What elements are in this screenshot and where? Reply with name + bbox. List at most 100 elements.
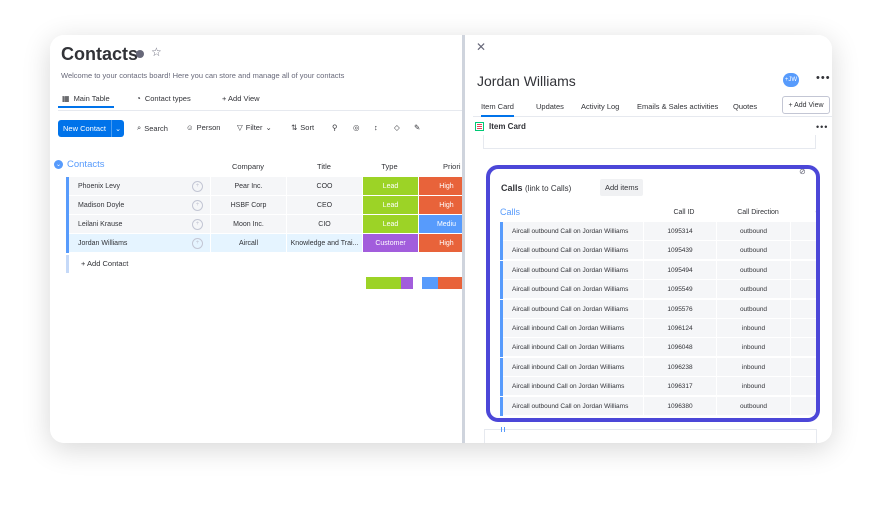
call-name-cell[interactable]: Aircall outbound Call on Jordan Williams [503, 241, 644, 261]
call-direction-cell[interactable]: outbound [717, 260, 791, 280]
type-status-cell[interactable]: Lead [362, 196, 418, 215]
title-cell[interactable]: COO [286, 177, 362, 196]
call-extra-cell[interactable] [791, 222, 816, 241]
call-extra-cell[interactable] [791, 377, 816, 397]
call-extra-cell[interactable] [791, 338, 816, 358]
view-tab-main-table[interactable]: ▦ Main Table [58, 91, 114, 108]
table-row[interactable]: Aircall outbound Call on Jordan Williams… [500, 299, 816, 319]
person-filter-button[interactable]: ☺ Person [186, 123, 220, 132]
call-direction-cell[interactable]: outbound [717, 280, 791, 300]
table-row[interactable]: Aircall inbound Call on Jordan Williams 1… [500, 357, 816, 377]
column-header-company[interactable]: Company [213, 162, 283, 171]
call-id-cell[interactable]: 1095439 [644, 241, 717, 261]
eye-off-icon[interactable]: ⊘ [799, 169, 806, 176]
call-name-cell[interactable]: Aircall outbound Call on Jordan Williams [503, 396, 644, 416]
call-direction-cell[interactable]: outbound [717, 299, 791, 319]
company-cell[interactable]: Pear Inc. [210, 177, 286, 196]
table-row[interactable]: Aircall inbound Call on Jordan Williams 1… [500, 377, 816, 397]
call-direction-cell[interactable]: outbound [717, 241, 791, 261]
pencil-icon[interactable]: ✎ [414, 123, 420, 132]
call-extra-cell[interactable] [791, 357, 816, 377]
chat-bubble-icon[interactable]: + [192, 181, 203, 192]
chat-bubble-icon[interactable]: + [192, 219, 203, 230]
call-id-cell[interactable]: 1095314 [644, 222, 717, 241]
call-id-cell[interactable]: 1095576 [644, 299, 717, 319]
company-cell[interactable]: HSBF Corp [210, 196, 286, 215]
table-row[interactable]: Leilani Krause + Moon Inc. CIO Lead Mediu [66, 215, 474, 234]
type-status-cell[interactable]: Customer [362, 234, 418, 253]
call-id-cell[interactable]: 1095494 [644, 260, 717, 280]
call-id-cell[interactable]: 1095549 [644, 280, 717, 300]
table-row[interactable]: Aircall inbound Call on Jordan Williams 1… [500, 319, 816, 338]
call-id-cell[interactable]: 1096124 [644, 319, 717, 338]
search-button[interactable]: ⌕ Search [137, 123, 168, 133]
call-extra-cell[interactable] [791, 319, 816, 338]
paint-bucket-icon[interactable]: ◇ [394, 123, 400, 132]
add-view-button[interactable]: + Add View [782, 96, 830, 114]
info-icon[interactable] [136, 50, 144, 58]
type-status-cell[interactable]: Lead [362, 177, 418, 196]
tab-quotes[interactable]: Quotes [733, 102, 757, 115]
add-view-tab[interactable]: + Add View [218, 91, 264, 106]
call-extra-cell[interactable] [791, 260, 816, 280]
call-direction-cell[interactable]: inbound [717, 357, 791, 377]
group-name[interactable]: Contacts [67, 159, 105, 170]
column-header-type[interactable]: Type [362, 162, 417, 171]
add-items-button[interactable]: Add items [600, 179, 644, 196]
call-id-cell[interactable]: 1096380 [644, 396, 717, 416]
table-row[interactable]: Madison Doyle + HSBF Corp CEO Lead High [66, 196, 474, 215]
item-name[interactable]: Jordan Williams [477, 73, 576, 89]
avatar[interactable]: +JW [783, 73, 799, 87]
chat-bubble-icon[interactable]: + [192, 238, 203, 249]
add-contact-label[interactable]: + Add Contact [81, 259, 128, 268]
hide-icon[interactable]: ◎ [353, 123, 360, 132]
call-name-cell[interactable]: Aircall outbound Call on Jordan Williams [503, 222, 644, 241]
title-cell[interactable]: Knowledge and Trai... [286, 234, 362, 253]
call-direction-cell[interactable]: inbound [717, 377, 791, 397]
call-extra-cell[interactable] [791, 299, 816, 319]
tab-updates[interactable]: Updates [536, 102, 564, 115]
tab-item-card[interactable]: Item Card [481, 102, 514, 117]
table-row[interactable]: Aircall outbound Call on Jordan Williams… [500, 241, 816, 261]
column-header-title[interactable]: Title [287, 162, 361, 171]
add-contact-row[interactable]: + Add Contact [66, 255, 464, 273]
more-options-icon[interactable]: ••• [816, 122, 828, 132]
call-extra-cell[interactable] [791, 396, 816, 416]
group-header[interactable]: ⌄ Contacts [54, 159, 105, 170]
call-name-cell[interactable]: Aircall outbound Call on Jordan Williams [503, 260, 644, 280]
contact-name-cell[interactable]: Leilani Krause [69, 215, 210, 234]
title-cell[interactable]: CIO [286, 215, 362, 234]
call-name-cell[interactable]: Aircall inbound Call on Jordan Williams [503, 377, 644, 397]
title-cell[interactable]: CEO [286, 196, 362, 215]
table-row[interactable]: Aircall outbound Call on Jordan Williams… [500, 260, 816, 280]
call-name-cell[interactable]: Aircall inbound Call on Jordan Williams [503, 338, 644, 358]
call-direction-cell[interactable]: inbound [717, 338, 791, 358]
table-row[interactable]: Aircall outbound Call on Jordan Williams… [500, 280, 816, 300]
call-direction-cell[interactable]: outbound [717, 222, 791, 241]
table-row[interactable]: Aircall outbound Call on Jordan Williams… [500, 396, 816, 416]
call-extra-cell[interactable] [791, 280, 816, 300]
tab-activity-log[interactable]: Activity Log [581, 102, 619, 115]
new-contact-button[interactable]: New Contact ⌄ [58, 120, 124, 137]
call-id-cell[interactable]: 1096317 [644, 377, 717, 397]
company-cell[interactable]: Aircall [210, 234, 286, 253]
table-row[interactable]: Aircall outbound Call on Jordan Williams… [500, 222, 816, 241]
call-id-cell[interactable]: 1096238 [644, 357, 717, 377]
tab-emails-sales[interactable]: Emails & Sales activities [637, 102, 718, 115]
contact-name-cell[interactable]: Madison Doyle [69, 196, 210, 215]
calls-group-name[interactable]: Calls [500, 207, 520, 217]
star-icon[interactable]: ☆ [151, 45, 162, 59]
column-header-call-direction[interactable]: Call Direction [721, 209, 795, 216]
table-row[interactable]: Phoenix Levy + Pear Inc. COO Lead High [66, 177, 474, 196]
contact-name-cell[interactable]: Phoenix Levy [69, 177, 210, 196]
contact-name-cell[interactable]: Jordan Williams [69, 234, 210, 253]
view-tab-contact-types[interactable]: ◔ Contact types [132, 91, 195, 106]
company-cell[interactable]: Moon Inc. [210, 215, 286, 234]
call-name-cell[interactable]: Aircall outbound Call on Jordan Williams [503, 280, 644, 300]
column-header-cut[interactable]: C [808, 209, 816, 216]
call-id-cell[interactable]: 1096048 [644, 338, 717, 358]
call-name-cell[interactable]: Aircall inbound Call on Jordan Williams [503, 357, 644, 377]
row-height-icon[interactable]: ↕ [374, 123, 378, 132]
drag-handle-icon[interactable] [501, 427, 505, 432]
pin-icon[interactable]: ⚲ [332, 123, 338, 132]
